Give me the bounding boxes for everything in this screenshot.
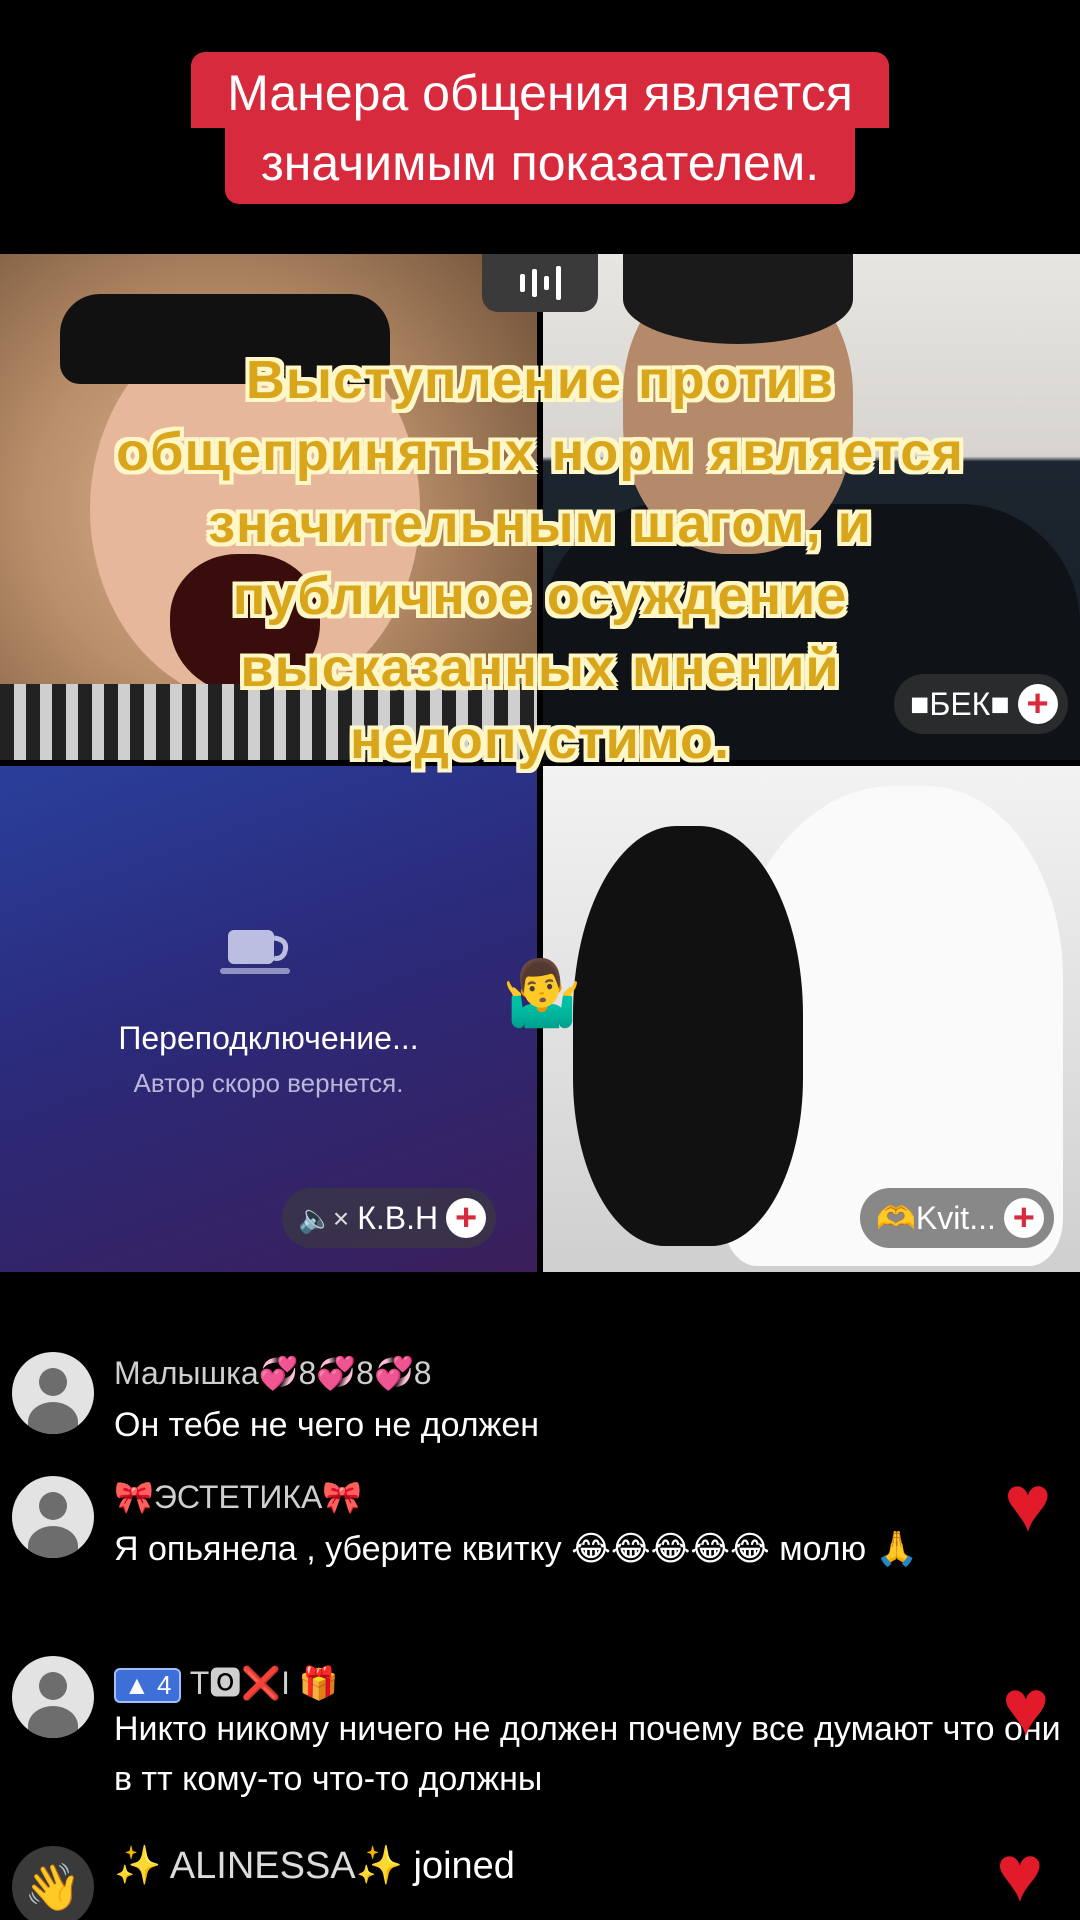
avatar[interactable] [12, 1476, 94, 1558]
wave-hand-icon: 👋 [12, 1846, 94, 1920]
heart-icon: ♥ [996, 1829, 1044, 1918]
reconnect-title: Переподключение... [118, 1020, 419, 1056]
comment-item[interactable]: ▲ 4 T🅾❌I 🎁 Никто никому ничего не должен… [12, 1656, 1072, 1816]
shrug-emoji: 🤷‍♂️ [502, 957, 582, 1029]
level-badge: ▲ 4 [114, 1668, 182, 1704]
comment-username[interactable]: ▲ 4 T🅾❌I 🎁 [114, 1658, 339, 1704]
comment-username[interactable]: 🎀ЭСТЕТИКА🎀 [114, 1478, 362, 1516]
avatar[interactable] [12, 1352, 94, 1434]
comment-username[interactable]: Малышка💞8💞8💞8 [114, 1354, 432, 1392]
joined-notice: ✨ ALINESSA✨ joined [114, 1836, 515, 1896]
overlay-line: значительным шагом, и [208, 494, 872, 554]
comment-text: Я опьянела , уберите квитку 😂😂😂😂😂 молю 🙏 [114, 1530, 918, 1568]
person-hair [623, 254, 853, 344]
overlay-line: Выступление против [245, 350, 835, 410]
heart-icon: ♥ [1004, 1459, 1052, 1548]
participant-name: 🫶Kvit... [876, 1200, 996, 1236]
reconnect-subtitle: Автор скоро вернется. [133, 1068, 404, 1098]
coffee-cup-icon [220, 930, 290, 974]
follow-plus-icon[interactable]: + [1003, 1198, 1044, 1238]
heart-icon: ♥ [1002, 1663, 1050, 1752]
speaker-muted-icon: 🔈× [298, 1202, 350, 1234]
comment-item[interactable]: 🎀ЭСТЕТИКА🎀 Я опьянела , уберите квитку 😂… [12, 1476, 1072, 1636]
joined-action: joined [413, 1845, 515, 1887]
top-caption: Манера общения является значимым показат… [0, 52, 1080, 204]
audio-levels-icon[interactable] [482, 254, 598, 312]
participant-pill-kvn[interactable]: 🔈× К.В.Н + [282, 1188, 497, 1248]
comment-text: Никто никому ничего не должен почему все… [114, 1710, 1061, 1798]
comment-item[interactable]: Малышка💞8💞8💞8 Он тебе не чего не должен [12, 1352, 1072, 1452]
top-caption-line-1: Манера общения является [191, 52, 889, 128]
avatar[interactable] [12, 1656, 94, 1738]
level-number: 4 [156, 1670, 172, 1701]
overlay-line: публичное осуждение [232, 566, 848, 626]
joined-username[interactable]: ✨ ALINESSA✨ [114, 1845, 403, 1887]
comment-text: Он тебе не чего не должен [114, 1406, 539, 1444]
top-caption-line-2: значимым показателем. [224, 128, 856, 204]
participant-name: К.В.Н [357, 1199, 439, 1236]
participant-pill-kvit[interactable]: 🫶Kvit... + [860, 1188, 1054, 1248]
participant-pill-bek[interactable]: ■БЕК■ + [894, 674, 1068, 734]
follow-plus-icon[interactable]: + [446, 1198, 487, 1238]
overlay-line: общепринятых норм является [116, 422, 964, 482]
dark-hair [573, 826, 803, 1246]
follow-plus-icon[interactable]: + [1017, 684, 1058, 724]
username-text: T🅾❌I 🎁 [189, 1665, 339, 1701]
participant-name: ■БЕК■ [910, 685, 1010, 722]
